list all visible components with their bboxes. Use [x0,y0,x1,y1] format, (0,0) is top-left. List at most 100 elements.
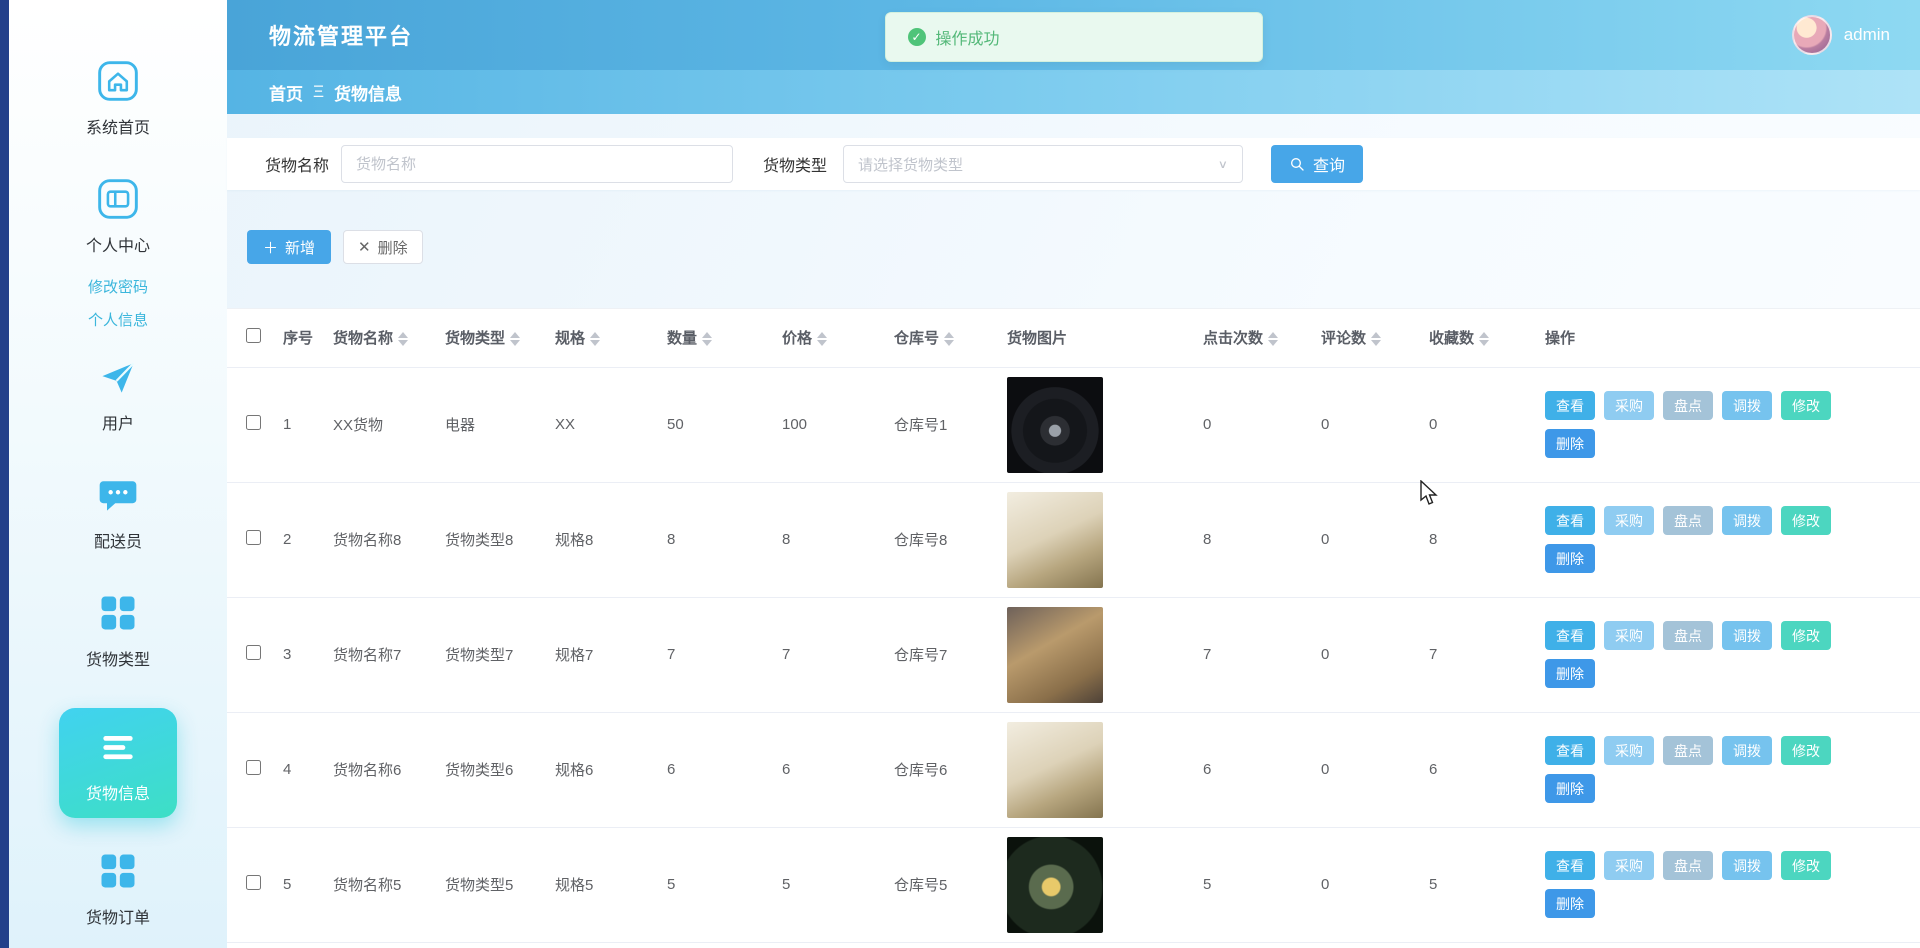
username: admin [1844,25,1890,45]
col-header-warehouse[interactable]: 仓库号 [890,309,1003,367]
search-bar: 货物名称 货物类型 请选择货物类型 ∨ 查询 [227,138,1920,190]
col-header-spec[interactable]: 规格 [551,309,663,367]
stocktake-button[interactable]: 盘点 [1663,621,1713,650]
view-button[interactable]: 查看 [1545,851,1595,880]
cell-comments: 0 [1317,712,1425,827]
stocktake-button[interactable]: 盘点 [1663,391,1713,420]
table-row: 1 XX货物 电器 XX 50 100 仓库号1 0 0 0 查看 采购 盘点 … [227,367,1920,482]
sort-caret-icon[interactable] [944,332,954,346]
col-header-price[interactable]: 价格 [778,309,890,367]
cell-clicks: 7 [1199,597,1317,712]
col-header-clicks[interactable]: 点击次数 [1199,309,1317,367]
stocktake-button[interactable]: 盘点 [1663,736,1713,765]
sidebar-item-couriers[interactable]: 配送员 [94,472,142,552]
stocktake-button[interactable]: 盘点 [1663,506,1713,535]
cell-price: 100 [778,367,890,482]
view-button[interactable]: 查看 [1545,736,1595,765]
col-header-favorites[interactable]: 收藏数 [1425,309,1541,367]
edit-button[interactable]: 修改 [1781,506,1831,535]
sort-caret-icon[interactable] [702,332,712,346]
transfer-button[interactable]: 调拨 [1722,391,1772,420]
sort-caret-icon[interactable] [1268,332,1278,346]
app-title: 物流管理平台 [269,19,413,51]
user-area[interactable]: admin [1792,15,1890,55]
add-button[interactable]: ＋ 新增 [247,230,331,264]
sidebar-item-label: 用户 [102,410,134,434]
row-operations: 查看 采购 盘点 调拨 修改 删除 [1545,391,1845,458]
col-header-type[interactable]: 货物类型 [441,309,551,367]
col-header-qty[interactable]: 数量 [663,309,778,367]
view-button[interactable]: 查看 [1545,621,1595,650]
sidebar-item-label: 配送员 [94,528,142,552]
cell-name: 货物名称7 [329,597,441,712]
row-delete-button[interactable]: 删除 [1545,544,1595,573]
row-delete-button[interactable]: 删除 [1545,889,1595,918]
avatar[interactable] [1792,15,1832,55]
purchase-button[interactable]: 采购 [1604,506,1654,535]
edit-button[interactable]: 修改 [1781,736,1831,765]
row-delete-button[interactable]: 删除 [1545,429,1595,458]
delete-button[interactable]: ✕ 删除 [343,230,423,264]
sidebar-item-cargo-info[interactable]: 货物信息 [59,708,177,818]
view-button[interactable]: 查看 [1545,391,1595,420]
cell-type: 货物类型6 [441,712,551,827]
sort-caret-icon[interactable] [1479,332,1489,346]
transfer-button[interactable]: 调拨 [1722,736,1772,765]
sort-caret-icon[interactable] [590,332,600,346]
row-checkbox[interactable] [246,760,261,775]
cell-favorites: 5 [1425,827,1541,942]
purchase-button[interactable]: 采购 [1604,621,1654,650]
sidebar-item-cargo-orders[interactable]: 货物订单 [86,848,150,928]
cargo-type-select[interactable]: 请选择货物类型 ∨ [843,145,1243,183]
transfer-button[interactable]: 调拨 [1722,851,1772,880]
sidebar-item-users[interactable]: 用户 [95,354,141,434]
view-button[interactable]: 查看 [1545,506,1595,535]
sort-caret-icon[interactable] [398,332,408,346]
sidebar-link-personal-info[interactable]: 个人信息 [88,309,148,330]
sidebar-link-change-password[interactable]: 修改密码 [88,276,148,297]
cargo-name-input[interactable] [341,145,733,183]
sidebar-item-profile[interactable]: 个人中心 [86,176,150,256]
cargo-type-label: 货物类型 [763,152,827,176]
col-header-name[interactable]: 货物名称 [329,309,441,367]
row-checkbox[interactable] [246,530,261,545]
chevron-down-icon: ∨ [1218,157,1228,171]
row-checkbox[interactable] [246,645,261,660]
purchase-button[interactable]: 采购 [1604,851,1654,880]
table-row: 2 货物名称8 货物类型8 规格8 8 8 仓库号8 8 0 8 查看 采购 盘… [227,482,1920,597]
sort-caret-icon[interactable] [1371,332,1381,346]
cargo-table-card: 序号 货物名称 货物类型 规格 数量 价格 仓库号 货物图片 点击次数 评论数 … [227,308,1920,948]
purchase-button[interactable]: 采购 [1604,736,1654,765]
query-button[interactable]: 查询 [1271,145,1363,183]
cell-price: 7 [778,597,890,712]
select-all-checkbox[interactable] [246,328,261,343]
stocktake-button[interactable]: 盘点 [1663,851,1713,880]
row-delete-button[interactable]: 删除 [1545,659,1595,688]
sort-caret-icon[interactable] [510,332,520,346]
sort-caret-icon[interactable] [817,332,827,346]
col-header-comments[interactable]: 评论数 [1317,309,1425,367]
cell-favorites: 6 [1425,712,1541,827]
row-checkbox[interactable] [246,875,261,890]
success-check-icon: ✓ [908,28,926,46]
edit-button[interactable]: 修改 [1781,391,1831,420]
transfer-button[interactable]: 调拨 [1722,621,1772,650]
cell-clicks: 5 [1199,827,1317,942]
row-checkbox[interactable] [246,415,261,430]
cell-type: 货物类型7 [441,597,551,712]
cell-index: 5 [279,827,329,942]
cell-index: 1 [279,367,329,482]
sidebar-item-cargo-type[interactable]: 货物类型 [86,590,150,670]
transfer-button[interactable]: 调拨 [1722,506,1772,535]
edit-button[interactable]: 修改 [1781,621,1831,650]
grid-icon [95,590,141,636]
sidebar-item-label: 个人中心 [86,232,150,256]
breadcrumb-home[interactable]: 首页 [269,80,303,105]
row-delete-button[interactable]: 删除 [1545,774,1595,803]
cell-clicks: 8 [1199,482,1317,597]
cell-price: 6 [778,712,890,827]
purchase-button[interactable]: 采购 [1604,391,1654,420]
edit-button[interactable]: 修改 [1781,851,1831,880]
sidebar-item-home[interactable]: 系统首页 [86,58,150,138]
table-body: 1 XX货物 电器 XX 50 100 仓库号1 0 0 0 查看 采购 盘点 … [227,367,1920,942]
